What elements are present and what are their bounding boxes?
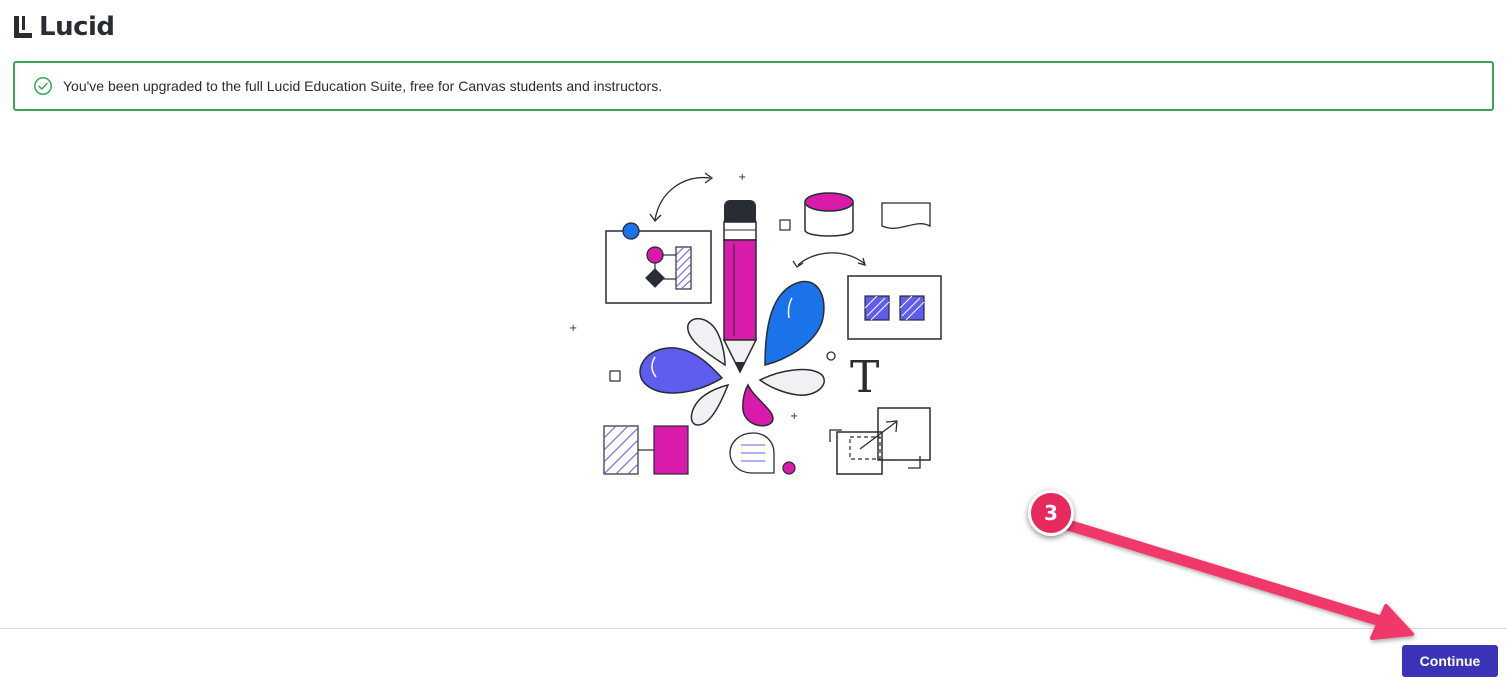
step-number-badge: 3: [1028, 490, 1074, 536]
logo-text: Lucid: [39, 12, 115, 42]
pencil-body: [723, 239, 757, 341]
resize-box: [877, 407, 931, 461]
lucid-logo: Lucid: [12, 12, 115, 42]
lucid-logo-icon: [14, 16, 32, 38]
blue-drop: [764, 280, 825, 366]
education-suite-illustration: + + + T: [569, 172, 942, 475]
curved-arrow-left: [654, 176, 711, 221]
window-card: [847, 275, 942, 340]
check-circle-icon: [34, 77, 52, 95]
plus-mark: +: [790, 411, 798, 422]
pointer-arrow: [1062, 519, 1414, 640]
small-square: [779, 219, 791, 231]
plus-mark: +: [569, 323, 577, 334]
flowchart-card: [605, 230, 712, 304]
magenta-square: [653, 425, 689, 475]
banner-message: You've been upgraded to the full Lucid E…: [63, 78, 663, 94]
plus-mark: +: [738, 172, 746, 183]
footer-divider: [0, 628, 1507, 629]
document-shape: [881, 202, 931, 229]
magenta-drop: [742, 383, 774, 427]
text-tool-glyph: T: [850, 352, 879, 403]
upgrade-success-banner: You've been upgraded to the full Lucid E…: [13, 61, 1494, 111]
small-square: [609, 370, 621, 382]
continue-button[interactable]: Continue: [1402, 645, 1498, 677]
